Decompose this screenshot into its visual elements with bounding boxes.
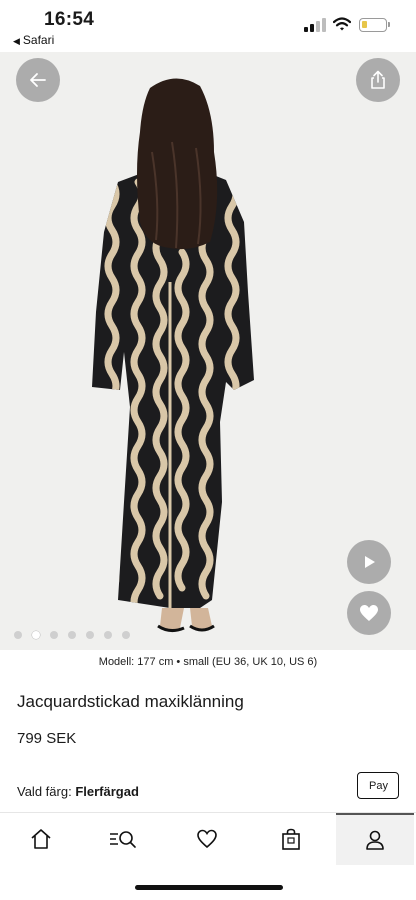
share-button[interactable] — [356, 58, 400, 102]
favorite-button[interactable] — [347, 591, 391, 635]
color-value: Flerfärgad — [75, 784, 139, 799]
gallery-dot[interactable] — [86, 631, 94, 639]
search-menu-icon — [110, 831, 136, 848]
product-title: Jacquardstickad maxiklänning — [17, 692, 244, 711]
nav-bag[interactable] — [256, 813, 326, 865]
gallery-dot[interactable] — [122, 631, 130, 639]
status-time: 16:54 — [44, 9, 95, 30]
gallery-dot-active[interactable] — [32, 631, 40, 639]
apple-pay-button[interactable]: Pay — [357, 772, 399, 799]
back-to-safari[interactable]: ◀ Safari — [13, 33, 54, 47]
back-triangle-icon: ◀ — [13, 36, 20, 46]
nav-home[interactable] — [6, 813, 76, 865]
bag-icon — [282, 828, 300, 850]
heart-icon — [360, 605, 378, 621]
play-icon — [365, 556, 375, 568]
model-size-info: Modell: 177 cm • small (EU 36, UK 10, US… — [98, 656, 318, 668]
play-video-button[interactable] — [347, 540, 391, 584]
nav-profile[interactable] — [336, 813, 414, 865]
gallery-dot[interactable] — [50, 631, 58, 639]
product-image-gallery[interactable] — [0, 52, 416, 650]
back-button[interactable] — [16, 58, 60, 102]
product-price: 799 SEK — [17, 730, 77, 747]
apple-pay-label: Pay — [369, 779, 388, 792]
share-icon — [371, 70, 385, 89]
wifi-icon — [333, 17, 351, 31]
nav-favorites[interactable] — [172, 813, 242, 865]
selected-color[interactable]: Vald färg: Flerfärgad — [17, 784, 139, 799]
color-label: Vald färg: — [17, 784, 72, 799]
back-app-label: Safari — [22, 33, 55, 47]
gallery-pagination — [14, 631, 130, 639]
gallery-dot[interactable] — [104, 631, 112, 639]
bottom-navigation — [0, 812, 416, 865]
status-bar: 16:54 ◀ Safari — [0, 0, 416, 52]
cellular-signal-icon — [304, 18, 326, 32]
battery-icon — [359, 18, 390, 32]
home-indicator[interactable] — [135, 885, 283, 890]
profile-icon — [366, 830, 384, 850]
home-icon — [31, 829, 51, 849]
nav-search[interactable] — [88, 813, 158, 865]
gallery-dot[interactable] — [68, 631, 76, 639]
gallery-dot[interactable] — [14, 631, 22, 639]
arrow-left-icon — [30, 73, 46, 87]
heart-icon — [197, 829, 217, 849]
